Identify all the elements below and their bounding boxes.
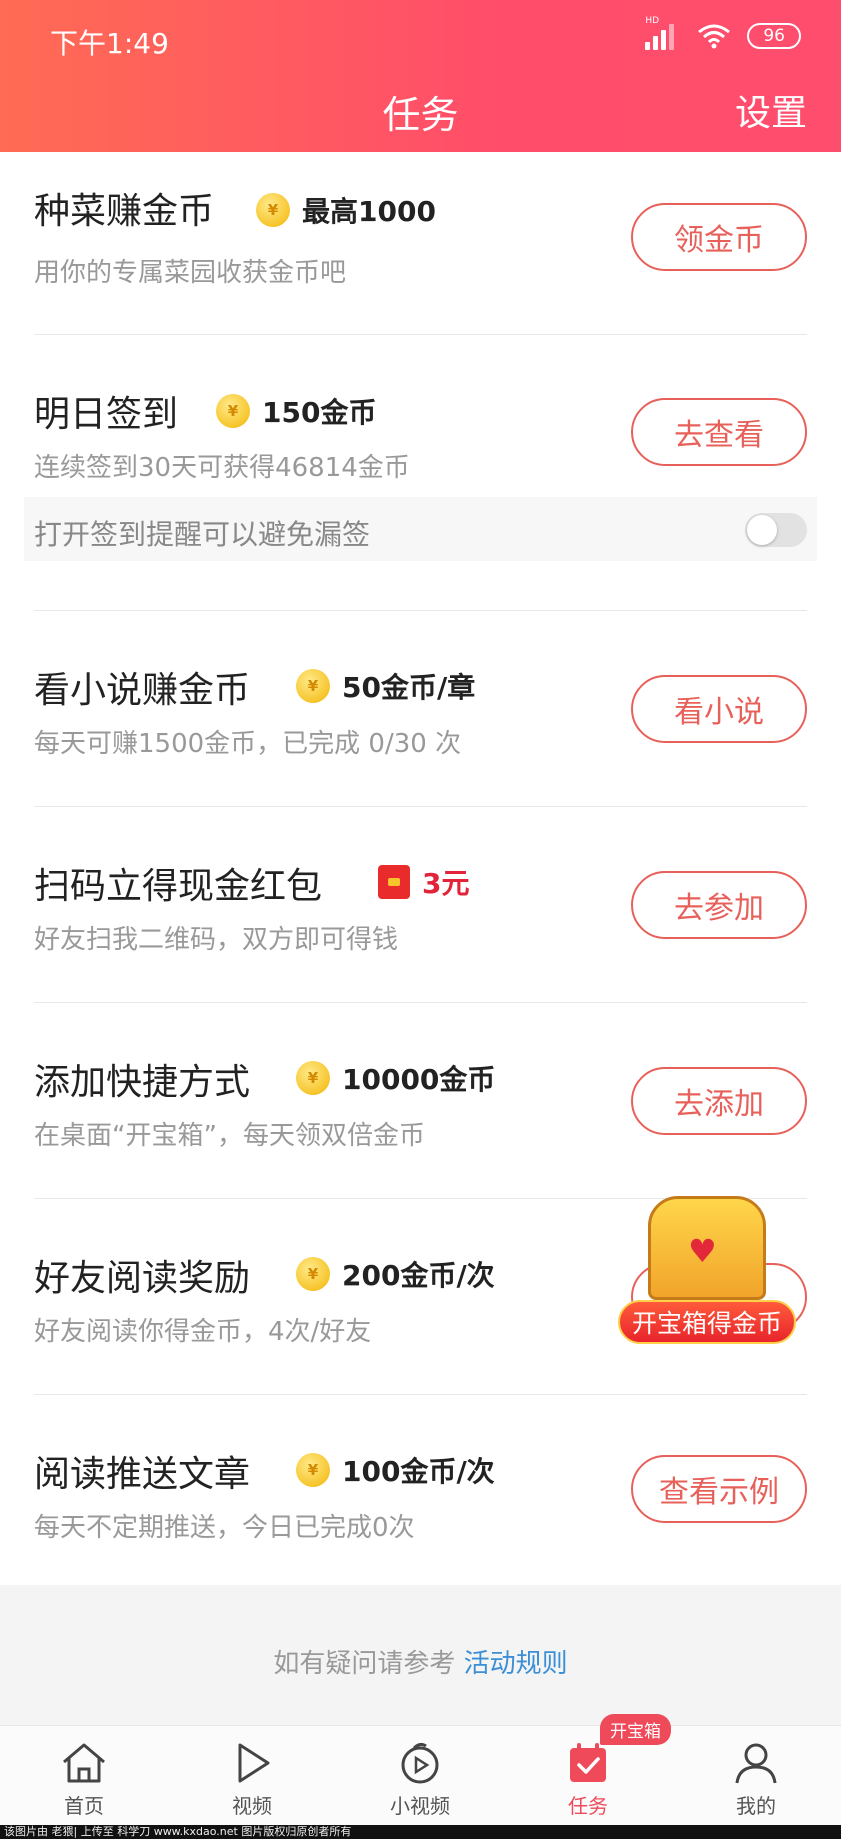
play-icon [238,1743,270,1783]
profile-icon [735,1743,777,1784]
status-time: 下午1:49 [50,27,169,60]
signal-icon: HD [645,16,681,50]
task-reward: ¥ 10000金币 [296,1058,495,1098]
home-icon [63,1743,105,1783]
footer-note-text: 如有疑问请参考 [273,1649,456,1679]
coin-icon: ¥ [296,1061,330,1095]
join-button[interactable]: 去参加 [631,871,807,939]
tab-short-video[interactable]: 小视频 [336,1726,504,1826]
task-item: 种菜赚金币 ¥ 最高1000 用你的专属菜园收获金币吧 领金币 [0,152,841,334]
reminder-text: 打开签到提醒可以避免漏签 [34,518,371,551]
task-reward: 3元 [378,862,469,902]
treasure-chest-button[interactable]: ♥ 开宝箱得金币 [618,1196,796,1348]
task-desc: 每天可赚1500金币，已完成 0/30 次 [34,729,462,759]
toggle-knob [747,515,777,545]
page-title: 任务 [382,93,459,137]
task-reward: ¥ 200金币/次 [296,1254,495,1294]
footer-area: 如有疑问请参考 活动规则 [0,1585,841,1725]
reward-text: 50金币/章 [342,671,476,704]
tab-label: 小视频 [390,1794,450,1818]
task-calendar-icon [570,1743,606,1782]
task-desc: 连续签到30天可获得46814金币 [34,453,410,483]
watermark-text: 该图片由 老猥| 上传至 科学刀 www.kxdao.net 图片版权归原创者所… [0,1825,841,1839]
activity-rules-link[interactable]: 活动规则 [464,1649,568,1679]
tab-video[interactable]: 视频 [168,1726,336,1826]
red-packet-icon [378,865,410,899]
view-example-button[interactable]: 查看示例 [631,1455,807,1523]
coin-icon: ¥ [296,1257,330,1291]
task-name: 添加快捷方式 [34,1062,251,1103]
tab-profile[interactable]: 我的 [672,1726,840,1826]
reward-text: 最高1000 [302,195,436,228]
task-name: 明日签到 [34,394,179,435]
settings-button[interactable]: 设置 [735,84,807,136]
task-name: 扫码立得现金红包 [34,866,323,907]
checkin-reminder-row: 打开签到提醒可以避免漏签 [24,497,817,561]
task-desc: 好友扫我二维码，双方即可得钱 [34,925,399,955]
task-desc: 好友阅读你得金币，4次/好友 [34,1317,372,1347]
tab-label: 首页 [64,1794,104,1818]
tab-label: 视频 [232,1794,272,1818]
task-item: 看小说赚金币 ¥ 50金币/章 每天可赚1500金币，已完成 0/30 次 看小… [0,611,841,806]
task-reward: ¥ 150金币 [216,391,376,431]
read-novel-button[interactable]: 看小说 [631,675,807,743]
coin-icon: ¥ [256,193,290,227]
task-item: 阅读推送文章 ¥ 100金币/次 每天不定期推送，今日已完成0次 查看示例 [0,1395,841,1585]
task-desc: 用你的专属菜园收获金币吧 [34,258,347,288]
footer-note: 如有疑问请参考 活动规则 [0,1643,841,1680]
bottom-tab-bar: 首页 视频 小视频 开宝箱 任务 我的 [0,1714,841,1826]
tab-home[interactable]: 首页 [0,1726,168,1826]
treasure-chest-label: 开宝箱得金币 [618,1300,796,1344]
task-name: 看小说赚金币 [34,670,251,711]
wifi-icon [698,24,731,49]
reward-text: 10000金币 [342,1063,496,1096]
short-video-icon [401,1742,439,1784]
tab-label: 我的 [736,1794,776,1818]
task-name: 好友阅读奖励 [34,1258,251,1299]
tab-badge: 开宝箱 [600,1714,671,1745]
task-item: 添加快捷方式 ¥ 10000金币 在桌面“开宝箱”，每天领双倍金币 去添加 [0,1003,841,1198]
tab-label: 任务 [568,1794,608,1818]
coin-icon: ¥ [296,1453,330,1487]
task-item: 明日签到 ¥ 150金币 连续签到30天可获得46814金币 去查看 [0,335,841,610]
coin-icon: ¥ [216,394,250,428]
battery-indicator: 96 [747,23,801,49]
reward-text: 150金币 [262,396,377,429]
reward-text: 200金币/次 [342,1259,495,1292]
task-desc: 在桌面“开宝箱”，每天领双倍金币 [34,1121,425,1151]
task-reward: ¥ 100金币/次 [296,1450,495,1490]
task-reward: ¥ 最高1000 [256,190,436,230]
task-name: 种菜赚金币 [34,191,215,232]
status-icons: HD 96 [645,16,801,50]
reward-text: 3元 [422,867,470,900]
tab-tasks[interactable]: 开宝箱 任务 [504,1714,672,1826]
task-item: 扫码立得现金红包 3元 好友扫我二维码，双方即可得钱 去参加 [0,807,841,1002]
claim-coins-button[interactable]: 领金币 [631,203,807,271]
reminder-toggle[interactable] [745,513,807,547]
view-checkin-button[interactable]: 去查看 [631,398,807,466]
task-reward: ¥ 50金币/章 [296,666,475,706]
task-desc: 每天不定期推送，今日已完成0次 [34,1513,415,1543]
heart-icon: ♥ [688,1232,717,1270]
app-header: 下午1:49 HD 96 任务 设置 [0,0,841,152]
reward-text: 100金币/次 [342,1455,495,1488]
task-name: 阅读推送文章 [34,1454,251,1495]
add-shortcut-button[interactable]: 去添加 [631,1067,807,1135]
coin-icon: ¥ [296,669,330,703]
